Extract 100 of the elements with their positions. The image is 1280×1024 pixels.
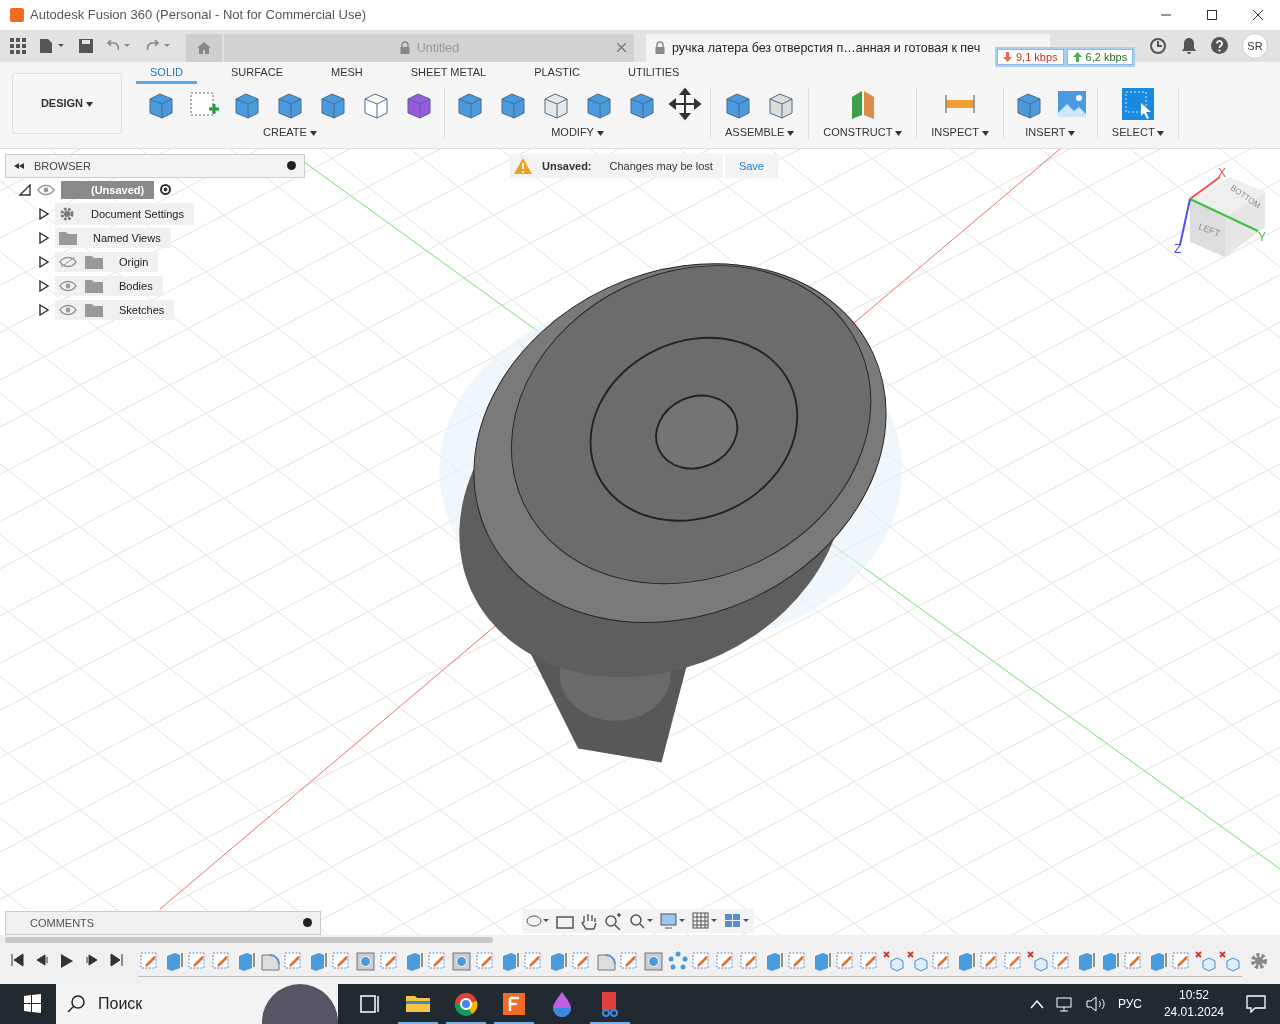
file-menu-icon[interactable] [38,37,66,54]
select-cursor-icon[interactable] [1121,86,1156,121]
search-icon [66,994,86,1014]
expand-triangle-icon[interactable] [39,279,49,292]
caret-icon [787,130,795,136]
panel-title: COMMENTS [30,916,95,929]
download-speed: 9,1 kbps [997,49,1064,65]
move-arrows-icon[interactable] [668,86,702,121]
gear-icon [59,205,75,222]
skip-end-icon[interactable] [110,953,124,968]
skip-start-icon[interactable] [10,953,24,968]
toolbar-tab[interactable]: MESH [317,65,377,84]
caret-icon [981,130,989,136]
step-back-icon[interactable] [35,953,49,968]
timeline-hole-icon[interactable] [450,949,474,972]
workspace-dropdown[interactable]: DESIGN [12,72,122,134]
timeline-delete-icon[interactable] [1026,949,1050,972]
caret-icon [1068,130,1076,136]
caret-icon [596,130,604,136]
tool-group-dropdown[interactable]: INSERT [1019,124,1082,139]
panel-title: BROWSER [34,159,91,172]
timeline-pattern-icon[interactable] [666,949,690,972]
grid-icon[interactable] [692,911,718,930]
viewports-icon[interactable] [724,911,750,930]
tool-group-dropdown[interactable]: MODIFY [545,124,610,139]
browser-item[interactable]: Document Settings [55,202,194,225]
browser-item[interactable]: Bodies [55,275,163,296]
toolbar-tab[interactable]: SOLID [136,65,197,84]
clock-icon[interactable] [1149,36,1167,55]
eye-hidden-icon[interactable] [59,255,77,268]
notification-icon[interactable] [1246,995,1266,1013]
folder-icon [59,230,77,245]
minimize-panel-icon[interactable] [287,161,296,171]
warning-icon [514,157,532,174]
save-icon[interactable] [78,37,94,54]
app-logo-icon [10,8,24,22]
volume-icon[interactable] [1085,996,1106,1012]
tool-group-dropdown[interactable]: INSPECT [925,124,995,139]
unsaved-label: Unsaved: [542,159,592,172]
maximize-icon[interactable] [1206,9,1218,21]
zoom-window-icon[interactable] [628,911,654,930]
lock-icon [654,40,666,55]
toolbar-tab[interactable]: UTILITIES [614,65,694,84]
tool-group-dropdown[interactable]: CONSTRUCT [817,124,909,139]
tool-group-dropdown[interactable]: CREATE [257,124,323,139]
timeline-hole-icon[interactable] [642,949,666,972]
toolbar-tab[interactable]: SURFACE [217,65,297,84]
home-icon [196,40,212,55]
activate-radio[interactable] [160,184,172,196]
timeline-hole-icon[interactable] [354,949,378,972]
clock-time[interactable]: 10:52 [1178,987,1209,1004]
caret-icon [86,102,94,108]
add-comment-icon[interactable] [303,918,312,928]
display-icon[interactable] [660,911,686,930]
arrow-down-icon [1003,52,1012,62]
folder-icon [85,254,103,269]
zoom-icon[interactable] [604,911,622,930]
toolbar-tab[interactable]: SHEET METAL [396,65,501,84]
browser-item[interactable]: Sketches [55,299,175,320]
tool-group-dropdown[interactable]: SELECT [1105,124,1171,139]
timeline-delete-icon[interactable] [906,949,930,972]
browser-item[interactable]: Named Views [55,227,171,248]
folder-icon [85,302,103,317]
collapse-triangle-icon[interactable] [19,183,31,196]
expand-triangle-icon[interactable] [39,303,49,316]
toolbar-tab[interactable]: PLASTIC [520,65,594,84]
app-grid-icon[interactable] [10,37,26,54]
help-icon[interactable] [1211,37,1228,55]
eye-icon[interactable] [59,279,77,292]
window-title: Autodesk Fusion 360 (Personal - Not for Commercial Use) [30,7,366,23]
timeline-delete-icon[interactable] [1194,949,1218,972]
home-button[interactable] [186,33,222,62]
network-icon[interactable] [1055,996,1074,1012]
close-icon[interactable] [1252,9,1264,21]
folder-icon [85,278,103,293]
clock-date[interactable]: 24.01.2024 [1163,1004,1224,1021]
collapse-icon[interactable] [14,162,24,169]
expand-triangle-icon[interactable] [39,231,49,244]
timeline-delete-icon[interactable] [1218,949,1242,972]
caret-icon [1157,130,1165,136]
orbit-icon[interactable] [526,912,550,929]
browser-item[interactable]: Origin [55,251,159,272]
play-icon[interactable] [60,953,74,970]
eye-icon[interactable] [37,183,55,196]
bell-icon[interactable] [1181,36,1197,55]
hand-icon[interactable] [580,911,598,930]
scrollbar[interactable] [5,937,493,944]
caret-icon [309,130,317,136]
language-indicator[interactable]: РУС [1117,997,1142,1011]
search-field[interactable]: Поиск [56,984,338,1024]
timeline-delete-icon[interactable] [882,949,906,972]
expand-triangle-icon[interactable] [39,255,49,268]
step-forward-icon[interactable] [85,953,99,968]
chevron-up-icon[interactable] [1029,999,1044,1009]
tool-group-dropdown[interactable]: ASSEMBLE [719,124,801,139]
settings-icon[interactable] [1250,952,1268,971]
expand-triangle-icon[interactable] [39,207,49,220]
user-avatar[interactable]: SR [1242,32,1268,59]
eye-icon[interactable] [59,303,77,316]
caret-icon [895,130,903,136]
